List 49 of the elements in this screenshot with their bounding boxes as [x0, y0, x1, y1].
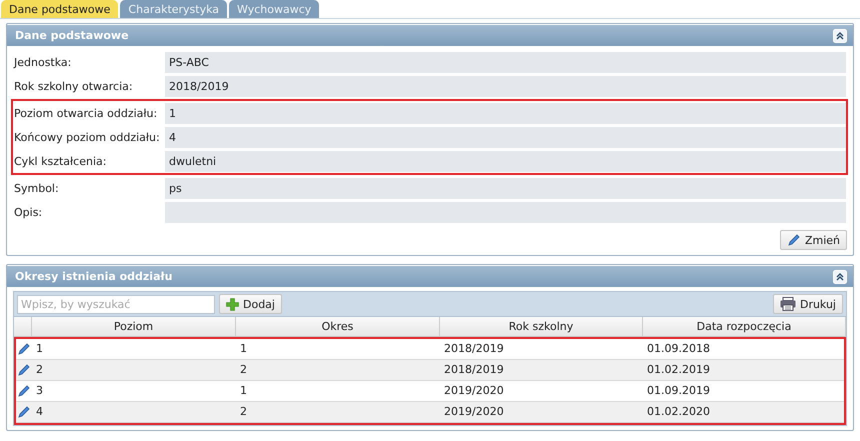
field-label: Opis: — [13, 206, 44, 218]
table-cell-text: 1 — [35, 341, 44, 357]
pencil-icon[interactable] — [17, 363, 31, 377]
table-cell-text: 2018/2019 — [443, 341, 505, 357]
table-cell-text: 2019/2020 — [443, 404, 505, 420]
add-button[interactable]: Dodaj — [219, 294, 282, 314]
field-value: dwuletni — [165, 150, 846, 172]
field-label: Rok szkolny otwarcia: — [13, 80, 134, 92]
table-cell-text: 2018/2019 — [443, 362, 505, 378]
table-cell-text: 4 — [35, 404, 44, 420]
table-cell-text: 01.09.2019 — [646, 383, 711, 399]
field-value: 4 — [165, 126, 846, 148]
table-cell-text: 1 — [239, 341, 248, 357]
column-header[interactable]: Okres — [236, 317, 440, 336]
table-cell-text: 01.09.2018 — [646, 341, 711, 357]
column-header[interactable]: Poziom — [32, 317, 236, 336]
collapse-icon[interactable] — [833, 28, 847, 42]
edit-button[interactable]: Zmień — [780, 230, 847, 250]
field-label: Symbol: — [13, 182, 60, 194]
field-value: PS-ABC — [165, 52, 846, 72]
field-label: Cykl kształcenia: — [13, 154, 108, 168]
field-value: 1 — [165, 102, 846, 124]
field-value: ps — [165, 178, 846, 198]
column-header[interactable]: Data rozpoczęcia — [643, 317, 846, 336]
field-label: Poziom otwarcia oddziału: — [13, 106, 158, 120]
table-cell-text: 01.02.2019 — [646, 362, 711, 378]
print-button[interactable]: Drukuj — [772, 294, 843, 314]
field-label: Końcowy poziom oddziału: — [13, 130, 161, 144]
pencil-icon[interactable] — [17, 384, 31, 398]
field-value: 2018/2019 — [165, 76, 846, 96]
collapse-icon[interactable] — [833, 270, 847, 284]
search-field[interactable]: Wpisz, by wyszukać — [17, 294, 215, 314]
column-header[interactable]: Rok szkolny — [440, 317, 643, 336]
table-cell-text: 1 — [239, 383, 248, 399]
tab[interactable]: Dane podstawowe — [1, 0, 118, 18]
table-cell-text: 2 — [239, 362, 248, 378]
table-cell-text: 01.02.2020 — [646, 404, 711, 420]
panel-title: Dane podstawowe — [15, 29, 130, 42]
pencil-icon — [786, 233, 801, 247]
field-label: Jednostka: — [13, 56, 72, 68]
table-cell-text: 2 — [239, 404, 248, 420]
printer-icon — [780, 297, 796, 311]
table-cell-text: 3 — [35, 383, 44, 399]
table-cell-text: 2019/2020 — [443, 383, 505, 399]
pencil-icon[interactable] — [17, 405, 31, 419]
panel-title: Okresy istnienia oddziału — [15, 270, 174, 283]
plus-icon — [226, 298, 239, 310]
pencil-icon[interactable] — [17, 342, 31, 356]
table-cell-text: 2 — [35, 362, 44, 378]
